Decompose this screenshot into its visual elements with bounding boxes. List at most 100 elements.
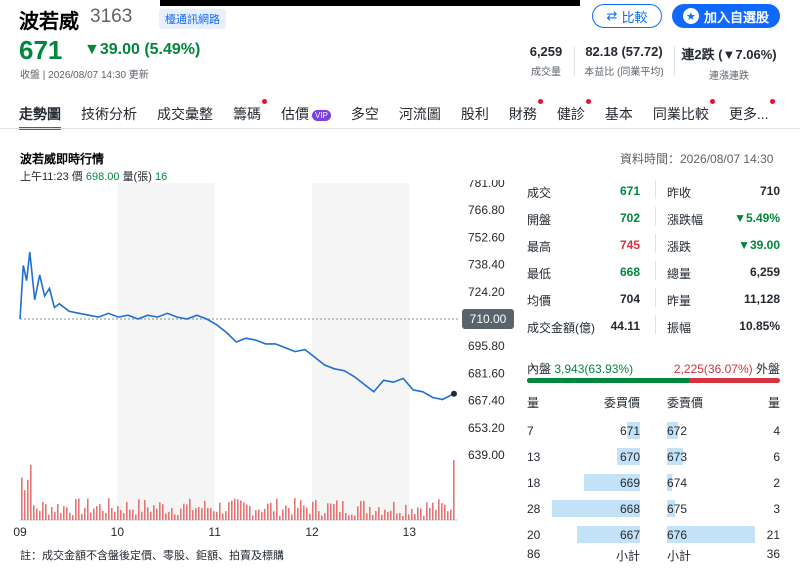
tab-label: 財務	[508, 106, 537, 122]
volume-bar	[51, 507, 53, 520]
buy-price: 669	[619, 476, 640, 490]
quote-key: 漲跌幅	[667, 213, 704, 227]
tab-label: 籌碼	[233, 106, 261, 122]
volume-bar	[330, 503, 332, 520]
y-tick-label: 667.40	[468, 394, 505, 408]
volume-bar	[183, 503, 185, 520]
tab-chips[interactable]: 籌碼	[233, 99, 267, 130]
kpi-label: 連漲連跌	[709, 71, 749, 82]
buy-volume: 18	[527, 476, 541, 490]
tab-technical[interactable]: 技術分析	[81, 101, 137, 130]
volume-bar	[252, 515, 254, 520]
volume-bar	[33, 505, 35, 520]
hour-band	[312, 183, 410, 520]
order-book-row: 13 670 673 6	[527, 447, 780, 467]
volume-bar	[396, 513, 398, 520]
volume-bar	[228, 502, 230, 520]
tab-longshort[interactable]: 多空	[351, 101, 379, 130]
volume-bar	[144, 500, 146, 520]
volume-bar	[453, 460, 455, 520]
stock-code: 3163	[90, 6, 133, 27]
tab-valuation[interactable]: 估價 VIP	[281, 101, 331, 130]
sell-volume: 21	[766, 528, 780, 542]
volume-bar	[174, 514, 176, 520]
volume-bar	[441, 503, 443, 520]
kpi-pe: 82.18 (57.72) 本益比 (同業平均)	[578, 44, 670, 78]
tab-more[interactable]: 更多...	[729, 99, 775, 130]
volume-bar	[288, 508, 290, 520]
chart-title: 波若威即時行情	[20, 152, 105, 166]
buy-volume: 20	[527, 528, 541, 542]
volume-bar	[399, 513, 401, 520]
inner-value: 3,943(63.93%)	[554, 362, 634, 376]
volume-bar	[54, 511, 56, 520]
volume-bar	[270, 502, 272, 520]
industry-tag[interactable]: 檯通訊網路	[159, 9, 226, 29]
order-book-row: 20 667 676 21	[527, 525, 780, 545]
price-chart[interactable]: 09 10 11 12 13 781.00 766.80 752.60 738.40 724.20…	[0, 180, 520, 545]
quote-value: 702	[619, 211, 640, 225]
tab-trend[interactable]: 走勢圖	[19, 101, 61, 130]
compare-icon: ⇄	[606, 8, 618, 23]
add-watchlist-button[interactable]: ★ 加入自選股	[672, 4, 780, 28]
tab-financial[interactable]: 財務	[508, 99, 543, 130]
volume-bar	[90, 512, 92, 520]
volume-bar	[105, 512, 107, 520]
kpi-value: 82.18 (57.72)	[585, 44, 663, 59]
volume-bar	[387, 511, 389, 520]
volume-bar	[246, 504, 248, 520]
volume-bar	[375, 510, 377, 520]
volume-bar	[447, 511, 449, 520]
volume-bar	[111, 507, 113, 520]
volume-bar	[198, 507, 200, 520]
volume-bar	[189, 498, 191, 520]
volume-bar	[210, 508, 212, 520]
sell-volume: 6	[773, 450, 780, 464]
volume-bar	[204, 500, 206, 520]
volume-bar	[177, 515, 179, 520]
tab-trades[interactable]: 成交彙整	[157, 101, 213, 130]
volume-bar	[126, 502, 128, 520]
stock-name: 波若威	[19, 11, 79, 33]
footnote: 註：成交金額不含盤後定價、零股、鉅額、拍賣及標購	[20, 550, 284, 562]
volume-bar	[405, 504, 407, 520]
volume-bar	[165, 513, 167, 520]
volume-bar	[243, 502, 245, 520]
volume-bar	[81, 513, 83, 520]
buy-price: 667	[619, 528, 640, 542]
volume-bar	[291, 514, 293, 520]
volume-bar	[315, 499, 317, 520]
y-tick-label: 681.60	[468, 366, 505, 380]
tab-dividend[interactable]: 股利	[461, 101, 489, 130]
quote-value: 10.85%	[739, 319, 780, 333]
tab-health[interactable]: 健診	[557, 99, 591, 130]
volume-bar	[237, 499, 239, 520]
volume-bar	[372, 515, 374, 520]
quote-value: ▼39.00	[738, 238, 780, 252]
volume-bar	[171, 507, 173, 520]
kpi-label: 本益比 (同業平均)	[584, 67, 664, 78]
volume-bar	[180, 508, 182, 520]
volume-bar	[279, 515, 281, 520]
volume-bar	[414, 514, 416, 520]
outer-volume: 2,225(36.07%) 外盤	[674, 360, 780, 377]
sell-volume: 3	[773, 502, 780, 516]
tab-peers[interactable]: 同業比較	[653, 99, 715, 130]
volume-bar	[114, 511, 116, 520]
compare-button[interactable]: ⇄ 比較	[592, 4, 662, 28]
volume-bar	[216, 511, 218, 520]
kpi-streak: 連2跌 (▼7.06%) 連漲連跌	[678, 44, 780, 82]
volume-bar	[117, 506, 119, 520]
volume-bar	[66, 507, 68, 520]
tab-basic[interactable]: 基本	[605, 101, 633, 130]
volume-bar	[123, 513, 125, 520]
volume-bar	[297, 507, 299, 520]
y-tick-label: 738.40	[468, 258, 505, 272]
tab-river[interactable]: 河流圖	[399, 101, 441, 130]
x-tick-label: 10	[111, 525, 125, 539]
volume-bar	[27, 479, 29, 520]
hour-band	[117, 183, 215, 520]
header-sell-price: 委賣價	[667, 396, 704, 410]
volume-bar	[195, 508, 197, 520]
buy-volume: 13	[527, 450, 541, 464]
